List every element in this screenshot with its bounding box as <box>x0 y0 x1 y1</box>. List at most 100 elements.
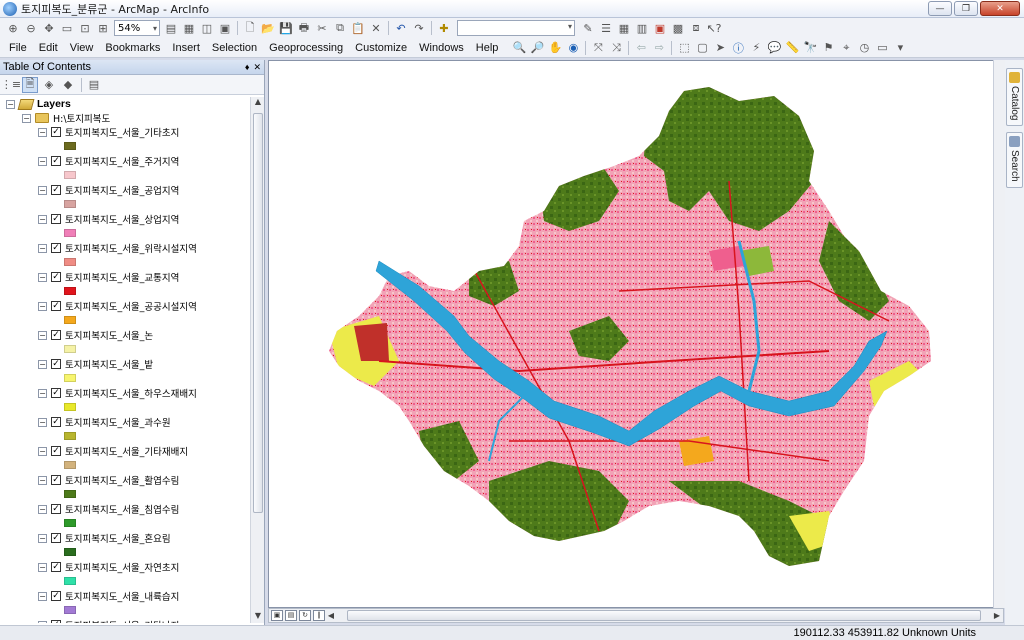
layer-visibility-checkbox[interactable]: ✓ <box>51 359 61 369</box>
collapse-icon[interactable]: − <box>38 417 47 427</box>
editor-toolbar-icon[interactable]: ✎ <box>580 20 596 36</box>
layers-root-row[interactable]: − Layers <box>0 97 250 111</box>
search-window-icon[interactable]: ▥ <box>634 20 650 36</box>
layer-visibility-checkbox[interactable]: ✓ <box>51 504 61 514</box>
pan-page-icon[interactable]: ✥ <box>41 20 57 36</box>
layer-symbol-swatch[interactable] <box>64 171 76 179</box>
layer-symbol-swatch[interactable] <box>64 142 76 150</box>
scroll-up-icon[interactable]: ▲ <box>251 97 265 109</box>
toc-close-icon[interactable]: ✕ <box>253 62 261 73</box>
collapse-icon[interactable]: − <box>38 330 47 340</box>
layer-row[interactable]: − ✓ 토지피복지도_서울_하우스재배지 <box>0 386 250 400</box>
layer-visibility-checkbox[interactable]: ✓ <box>51 620 61 623</box>
model-builder-icon[interactable]: ⧈ <box>688 20 704 36</box>
collapse-icon[interactable]: − <box>38 533 47 543</box>
layer-visibility-checkbox[interactable]: ✓ <box>51 272 61 282</box>
layer-item[interactable]: − ✓ 토지피복지도_서울_위락시설지역 <box>0 241 250 270</box>
undo-icon[interactable]: ↶ <box>393 20 409 36</box>
layer-symbol-swatch[interactable] <box>64 490 76 498</box>
layer-item[interactable]: − ✓ 토지피복지도_서울_활엽수림 <box>0 473 250 502</box>
layer-symbol-swatch[interactable] <box>64 432 76 440</box>
collapse-icon[interactable]: − <box>38 562 47 572</box>
zoom-out-icon[interactable]: 🔎 <box>529 40 545 56</box>
zoom-100-icon[interactable]: ⊞ <box>95 20 111 36</box>
layer-symbol-swatch[interactable] <box>64 229 76 237</box>
collapse-icon[interactable]: − <box>38 475 47 485</box>
pin-icon[interactable]: ♦ <box>245 62 250 73</box>
pause-drawing-icon[interactable]: ∥ <box>313 610 325 621</box>
layer-visibility-checkbox[interactable]: ✓ <box>51 301 61 311</box>
find-icon[interactable]: 🔭 <box>802 40 818 56</box>
data-view-icon[interactable]: ▣ <box>271 610 283 621</box>
layer-row[interactable]: − ✓ 토지피복지도_서울_자연초지 <box>0 560 250 574</box>
layer-row[interactable]: − ✓ 토지피복지도_서울_기타나지 <box>0 618 250 623</box>
layer-row[interactable]: − ✓ 토지피복지도_서울_논 <box>0 328 250 342</box>
layer-row[interactable]: − ✓ 토지피복지도_서울_기타재배지 <box>0 444 250 458</box>
layer-visibility-checkbox[interactable]: ✓ <box>51 330 61 340</box>
layer-visibility-checkbox[interactable]: ✓ <box>51 243 61 253</box>
draft-mode-icon[interactable]: ▦ <box>181 20 197 36</box>
layer-item[interactable]: − ✓ 토지피복지도_서울_상업지역 <box>0 212 250 241</box>
collapse-icon[interactable]: − <box>38 504 47 514</box>
save-icon[interactable]: 💾 <box>278 20 294 36</box>
menu-bookmarks[interactable]: Bookmarks <box>99 42 166 54</box>
layer-item[interactable]: − ✓ 토지피복지도_서울_논 <box>0 328 250 357</box>
map-vertical-scrollbar[interactable] <box>993 60 1005 608</box>
layer-row[interactable]: − ✓ 토지피복지도_서울_공공시설지역 <box>0 299 250 313</box>
overflow-icon[interactable]: ▾ <box>892 40 908 56</box>
fixed-zoom-out-icon[interactable]: ⤨ <box>608 40 624 56</box>
zoom-out-fixed-icon[interactable]: ⊖ <box>23 20 39 36</box>
delete-icon[interactable]: ✕ <box>368 20 384 36</box>
menu-windows[interactable]: Windows <box>413 42 470 54</box>
menu-file[interactable]: File <box>0 42 33 54</box>
layer-symbol-swatch[interactable] <box>64 403 76 411</box>
go-back-icon[interactable]: ⇦ <box>633 40 649 56</box>
layer-item[interactable]: − ✓ 토지피복지도_서울_기타나지 <box>0 618 250 623</box>
layer-symbol-swatch[interactable] <box>64 548 76 556</box>
layer-visibility-checkbox[interactable]: ✓ <box>51 446 61 456</box>
layer-visibility-checkbox[interactable]: ✓ <box>51 475 61 485</box>
list-by-drawing-order-icon[interactable]: ⋮≡ <box>1 77 21 93</box>
layer-symbol-swatch[interactable] <box>64 345 76 353</box>
layer-item[interactable]: − ✓ 토지피복지도_서울_내륙습지 <box>0 589 250 618</box>
find-route-icon[interactable]: ⚑ <box>820 40 836 56</box>
horizontal-scroll-thumb[interactable] <box>347 610 981 621</box>
scroll-down-icon[interactable]: ▼ <box>251 611 265 623</box>
menu-customize[interactable]: Customize <box>349 42 413 54</box>
layer-row[interactable]: − ✓ 토지피복지도_서울_밭 <box>0 357 250 371</box>
scroll-right-icon[interactable]: ▶ <box>991 611 1003 620</box>
redo-icon[interactable]: ↷ <box>411 20 427 36</box>
collapse-icon[interactable]: − <box>38 156 47 166</box>
layer-symbol-swatch[interactable] <box>64 461 76 469</box>
layer-visibility-checkbox[interactable]: ✓ <box>51 214 61 224</box>
collapse-icon[interactable]: − <box>38 243 47 253</box>
layer-row[interactable]: − ✓ 토지피복지도_서울_상업지역 <box>0 212 250 226</box>
html-popup-icon[interactable]: 💬 <box>766 40 782 56</box>
layer-row[interactable]: − ✓ 토지피복지도_서울_침엽수림 <box>0 502 250 516</box>
catalog-tab[interactable]: Catalog <box>1006 68 1023 126</box>
layer-item[interactable]: − ✓ 토지피복지도_서울_밭 <box>0 357 250 386</box>
minimize-button[interactable]: — <box>928 1 952 16</box>
menu-help[interactable]: Help <box>470 42 505 54</box>
collapse-icon[interactable]: − <box>38 591 47 601</box>
layout-toggle-icon[interactable]: ▤ <box>163 20 179 36</box>
page-icon[interactable]: ▭ <box>59 20 75 36</box>
toc-scrollbar[interactable]: ▲ ▼ <box>250 97 264 623</box>
layer-row[interactable]: − ✓ 토지피복지도_서울_내륙습지 <box>0 589 250 603</box>
collapse-icon[interactable]: − <box>22 113 31 123</box>
layout-view-icon[interactable]: ▤ <box>285 610 297 621</box>
layer-row[interactable]: − ✓ 토지피복지도_서울_기타초지 <box>0 125 250 139</box>
focus-data-frame-icon[interactable]: ◫ <box>199 20 215 36</box>
layer-symbol-swatch[interactable] <box>64 577 76 585</box>
menu-view[interactable]: View <box>64 42 100 54</box>
list-by-source-icon[interactable]: 🗎 <box>22 76 38 93</box>
search-tab[interactable]: Search <box>1006 132 1023 188</box>
paste-icon[interactable]: 📋 <box>350 20 366 36</box>
clear-selection-icon[interactable]: ▢ <box>694 40 710 56</box>
layer-item[interactable]: − ✓ 토지피복지도_서울_자연초지 <box>0 560 250 589</box>
time-slider-icon[interactable]: ◷ <box>856 40 872 56</box>
collapse-icon[interactable]: − <box>38 359 47 369</box>
collapse-icon[interactable]: − <box>38 446 47 456</box>
layer-symbol-swatch[interactable] <box>64 287 76 295</box>
list-by-selection-icon[interactable]: ◆ <box>60 77 76 93</box>
